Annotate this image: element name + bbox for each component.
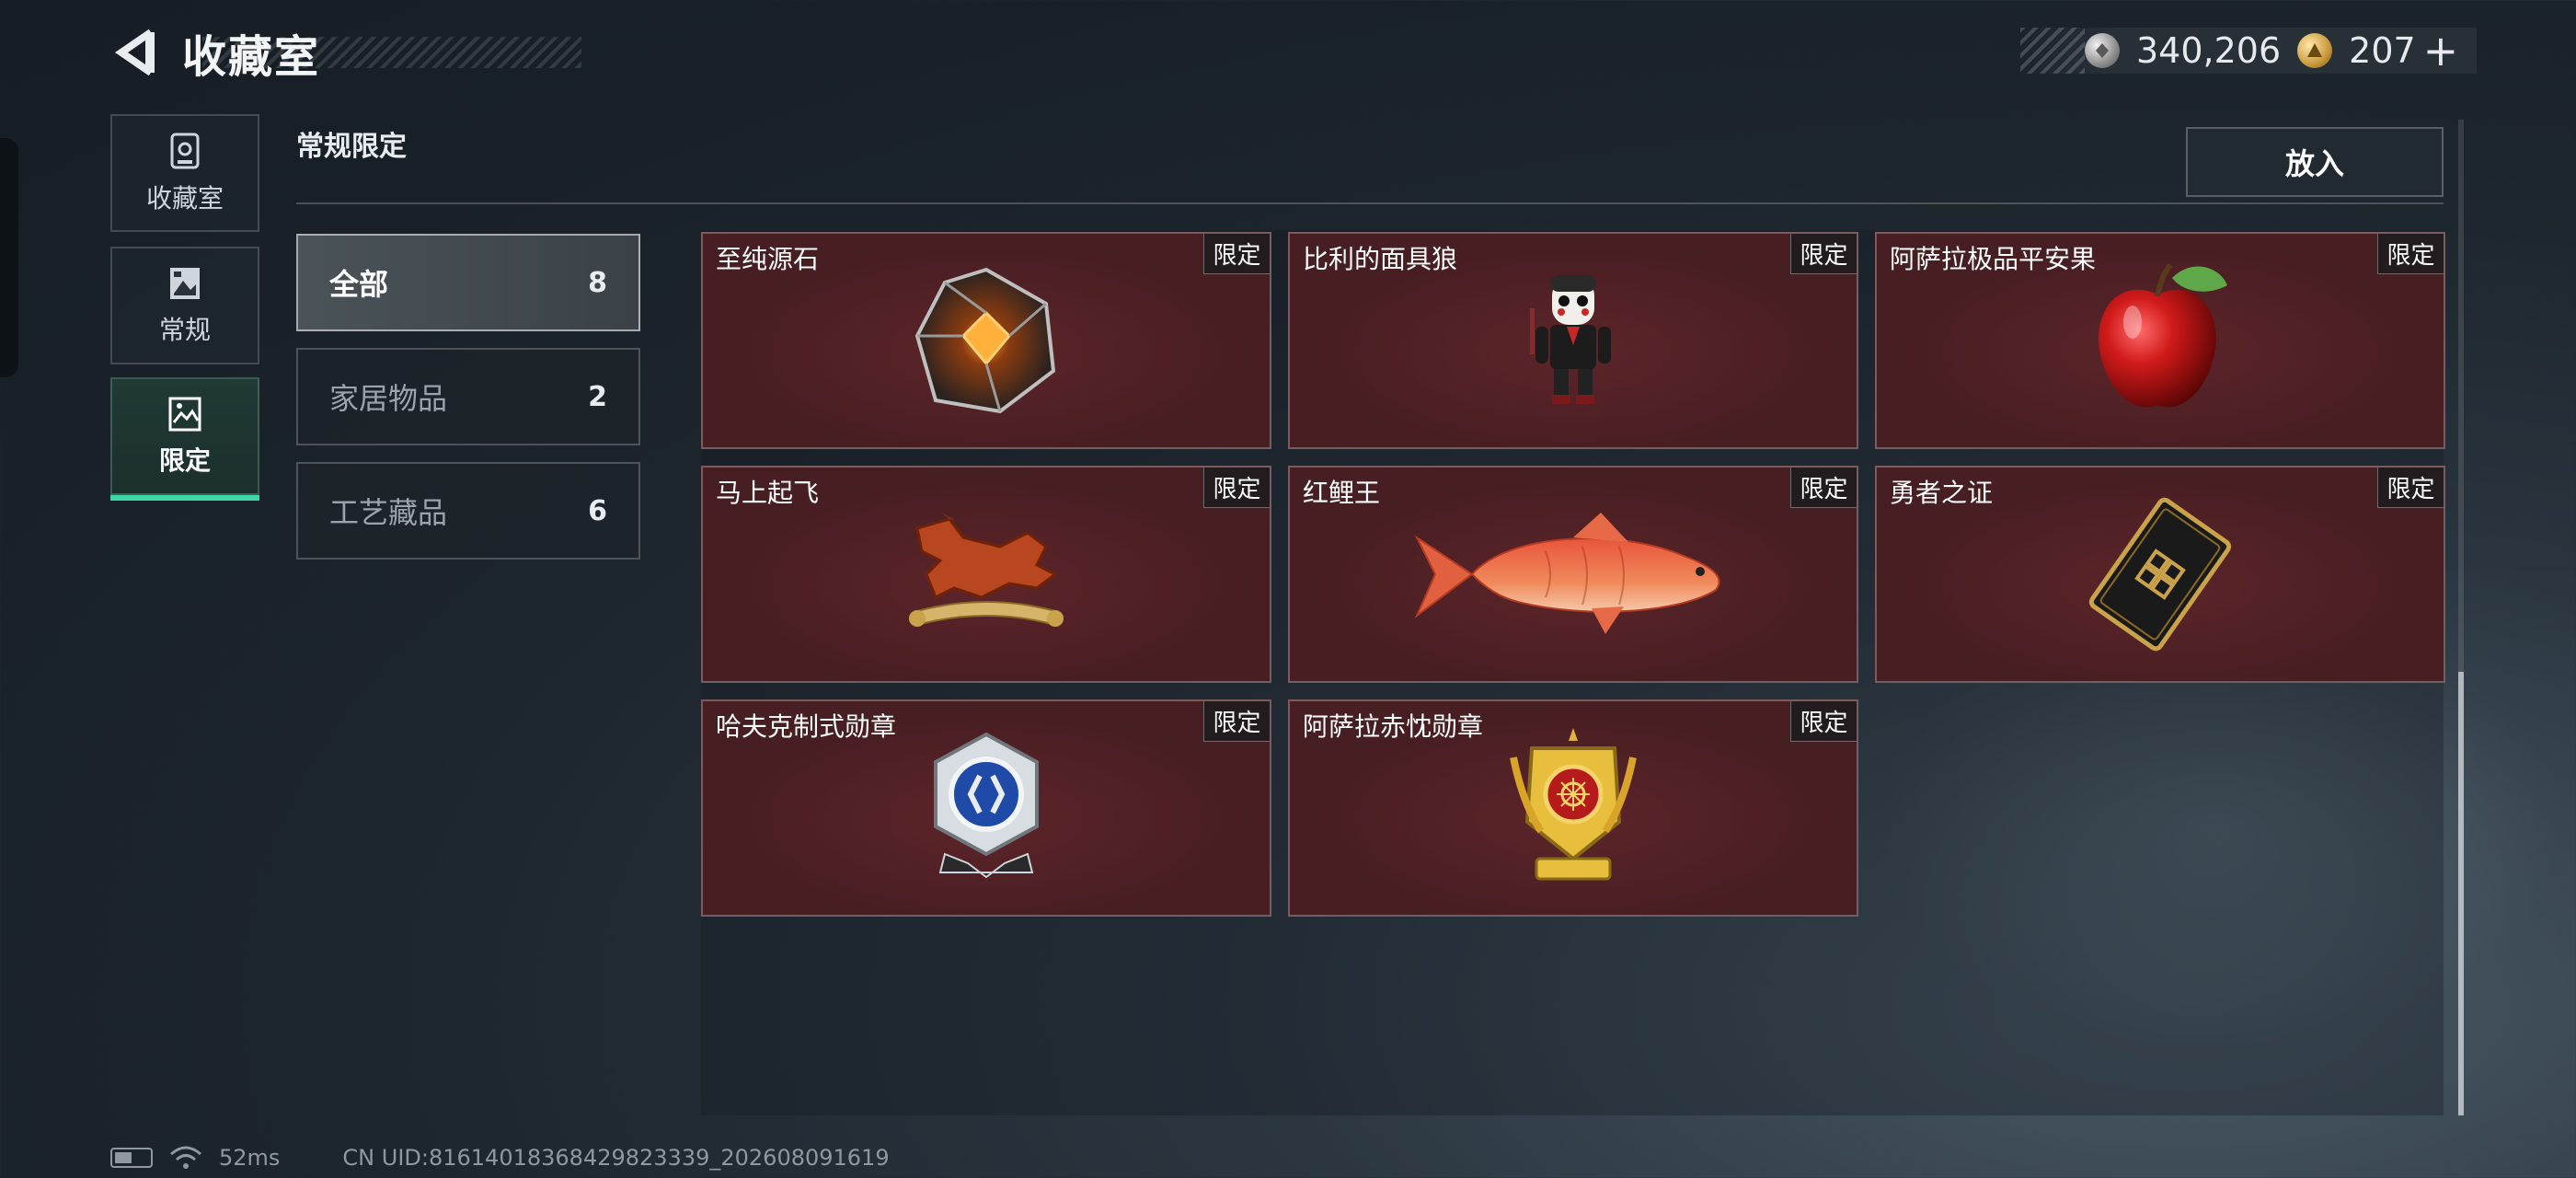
currency-bar: 340,206 207 + bbox=[2020, 28, 2477, 74]
currency-decoration bbox=[2020, 28, 2085, 74]
regular-picture-icon bbox=[170, 268, 200, 299]
category-label: 工艺藏品 bbox=[329, 495, 448, 530]
uid-text: CN UID:8161401836842982333​9_20260809161… bbox=[342, 1145, 890, 1171]
carp-fish-icon bbox=[1414, 513, 1720, 634]
item-card[interactable]: 阿萨拉极品平安果 限定 bbox=[1875, 232, 2445, 449]
item-card[interactable]: 比利的面具狼 限定 bbox=[1288, 232, 1858, 449]
limited-badge: 限定 bbox=[1790, 701, 1857, 742]
add-currency-button[interactable]: + bbox=[2423, 29, 2459, 72]
limited-badge: 限定 bbox=[2377, 468, 2444, 508]
horse-statue-icon bbox=[909, 512, 1064, 627]
category-label: 家居物品 bbox=[329, 381, 448, 416]
limited-badge: 限定 bbox=[1790, 468, 1857, 508]
section-divider bbox=[296, 202, 2444, 204]
item-name: 至纯源石 bbox=[716, 244, 820, 274]
category-count: 6 bbox=[588, 494, 607, 527]
put-in-button[interactable]: 放入 bbox=[2186, 127, 2444, 197]
ping-value: 52ms bbox=[219, 1145, 281, 1171]
silver-medal-icon bbox=[934, 732, 1039, 879]
limited-badge: 限定 bbox=[1203, 234, 1270, 274]
item-card[interactable]: 阿萨拉赤忱勋章 限定 bbox=[1288, 699, 1858, 917]
item-name: 马上起飞 bbox=[716, 478, 820, 508]
silver-coin-icon bbox=[2085, 33, 2120, 68]
status-footer: 52ms CN UID:8161401836842982333​9_202608… bbox=[110, 1145, 890, 1171]
category-all[interactable]: 全部 8 bbox=[296, 234, 640, 331]
limited-badge: 限定 bbox=[2377, 234, 2444, 274]
page-header: 收藏室 bbox=[109, 20, 320, 85]
category-home-items[interactable]: 家居物品 2 bbox=[296, 348, 640, 445]
limited-picture-icon bbox=[168, 397, 201, 432]
item-card[interactable]: 马上起飞 限定 bbox=[701, 466, 1271, 683]
item-name: 阿萨拉极品平安果 bbox=[1890, 244, 2097, 274]
category-count: 8 bbox=[588, 266, 607, 299]
gold-medal-icon bbox=[1510, 728, 1637, 881]
battery-icon bbox=[110, 1148, 153, 1168]
tab-collection-room[interactable]: 收藏室 bbox=[110, 114, 259, 232]
item-card[interactable]: 勇者之证 限定 bbox=[1875, 466, 2445, 683]
limited-badge: 限定 bbox=[1203, 468, 1270, 508]
item-name: 勇者之证 bbox=[1890, 478, 1994, 508]
back-button[interactable] bbox=[109, 25, 164, 80]
category-label: 全部 bbox=[329, 267, 389, 302]
tab-regular[interactable]: 常规 bbox=[110, 247, 259, 364]
item-name: 红鲤王 bbox=[1303, 478, 1381, 508]
tab-label: 收藏室 bbox=[145, 183, 224, 214]
item-name: 哈夫克制式勋章 bbox=[716, 711, 897, 742]
gold-currency-value: 207 bbox=[2349, 30, 2416, 71]
section-title: 常规限定 bbox=[296, 131, 407, 163]
back-arrow-icon bbox=[114, 29, 155, 76]
collection-room-icon bbox=[170, 133, 200, 169]
item-name: 比利的面具狼 bbox=[1303, 244, 1458, 274]
source-stone-icon bbox=[914, 267, 1056, 414]
category-crafts[interactable]: 工艺藏品 6 bbox=[296, 462, 640, 560]
tab-limited[interactable]: 限定 bbox=[110, 377, 259, 501]
item-card[interactable]: 红鲤王 限定 bbox=[1288, 466, 1858, 683]
wifi-icon bbox=[170, 1146, 201, 1169]
apple-icon bbox=[2099, 263, 2227, 408]
silver-currency-value: 340,206 bbox=[2136, 30, 2282, 71]
page-title: 收藏室 bbox=[182, 31, 321, 83]
screen-notch bbox=[0, 138, 18, 377]
category-count: 2 bbox=[588, 380, 607, 413]
puppet-figure-icon bbox=[1530, 275, 1611, 404]
item-card[interactable]: 至纯源石 限定 bbox=[701, 232, 1271, 449]
item-name: 阿萨拉赤忱勋章 bbox=[1303, 711, 1484, 742]
item-card[interactable]: 哈夫克制式勋章 限定 bbox=[701, 699, 1271, 917]
card-token-icon bbox=[2088, 497, 2232, 652]
tab-label: 限定 bbox=[158, 445, 211, 476]
gold-coin-icon bbox=[2297, 33, 2333, 68]
scrollbar-thumb[interactable] bbox=[2458, 672, 2464, 1115]
limited-badge: 限定 bbox=[1203, 701, 1270, 742]
limited-badge: 限定 bbox=[1790, 234, 1857, 274]
tab-label: 常规 bbox=[158, 315, 211, 345]
